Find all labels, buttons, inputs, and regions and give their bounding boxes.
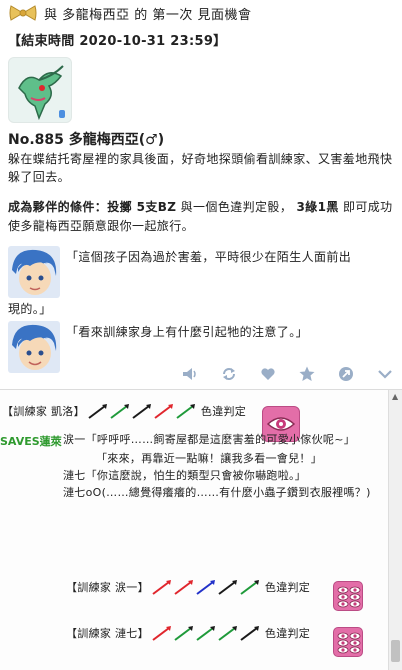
bz-sticks — [87, 402, 197, 420]
stick-green — [196, 626, 215, 641]
avatar — [8, 246, 60, 298]
stick-black — [88, 404, 107, 419]
stick-blue — [196, 580, 215, 595]
stick-black — [240, 626, 259, 641]
roll-verdict: 色違判定 — [200, 405, 247, 418]
comment-line-3: 漣七「你這麼說，怕生的類型只會被你嚇跑啦。」 — [63, 469, 307, 482]
avatar — [8, 321, 60, 373]
post: 與 多龍梅西亞 的 第一次 見面機會 【結束時間 2020-10-31 23:5… — [0, 0, 402, 373]
bz-sticks — [151, 624, 261, 642]
star-icon[interactable] — [297, 364, 317, 384]
repost-icon[interactable] — [219, 364, 239, 384]
dialog-1-text: 「這個孩子因為過於害羞，平時很少在陌生人面前出 — [66, 250, 352, 264]
stick-green — [218, 626, 237, 641]
comment-line-1: 涙一「呼呼呼……飼寄屋都是這麼害羞的可愛小傢伙呢~」 — [63, 433, 356, 446]
bz-sticks — [151, 578, 261, 596]
volume-icon[interactable] — [180, 364, 200, 384]
stick-red — [152, 626, 171, 641]
roll-label: 【訓練家 凱洛】 — [2, 405, 85, 418]
partner-condition: 成為夥伴的條件：投擲 5支BZ 與一個色違判定骰， 3綠1黑 即可成功使多龍梅西… — [8, 198, 394, 236]
stick-green — [240, 580, 259, 595]
comment-line-2: 「來來，再靠近一點嘛！讓我多看一會兒！」 — [96, 452, 322, 465]
comment-user[interactable]: SAVES蓮萊 — [0, 433, 62, 449]
shiny-die-eyes — [333, 581, 363, 611]
comments-scrollbar[interactable]: ▲ — [388, 390, 402, 670]
pokemon-description: 躲在蝶結托寄屋裡的家具後面，好奇地探頭偷看訓練家、又害羞地飛快躲了回去。 — [8, 152, 393, 184]
pokemon-image — [8, 57, 72, 123]
stick-black — [132, 404, 151, 419]
ribbon-bow-icon — [9, 5, 37, 21]
stick-green — [110, 404, 129, 419]
pokemon-name: No.885 多龍梅西亞(♂) — [8, 132, 165, 148]
scroll-up-icon[interactable]: ▲ — [392, 392, 398, 401]
stick-black — [218, 580, 237, 595]
stick-green — [176, 404, 195, 419]
dice-roll-3: 【訓練家 漣七】 色違判定 — [66, 624, 310, 642]
dice-roll-1: 【訓練家 凱洛】 色違判定 — [2, 402, 246, 420]
comment-line-4: 漣七oO(……總覺得癢癢的……有什麼小蟲子鑽到衣服裡嗎？) — [63, 486, 371, 499]
condition-prefix: 成為夥伴的條件：投擲 — [8, 200, 137, 214]
scroll-thumb[interactable] — [391, 640, 400, 662]
stick-green — [174, 626, 193, 641]
dialog-1-continued: 現的。」 — [8, 302, 52, 316]
post-title: 與 多龍梅西亞 的 第一次 見面機會 — [44, 7, 252, 23]
shiny-die-eyes — [333, 627, 363, 657]
dialog-1: 「這個孩子因為過於害羞，平時很少在陌生人面前出 — [8, 246, 394, 298]
condition-result: 3綠1黑 — [296, 200, 339, 214]
stick-red — [152, 580, 171, 595]
comment-body: 涙一「呼呼呼……飼寄屋都是這麼害羞的可愛小傢伙呢~」 「來來，再靠近一點嘛！讓我… — [63, 431, 383, 501]
roll-label: 【訓練家 涙一】 — [66, 581, 149, 594]
roll-verdict: 色違判定 — [264, 627, 311, 640]
stick-red — [154, 404, 173, 419]
end-time: 【結束時間 2020-10-31 23:59】 — [8, 34, 227, 49]
dice-roll-2: 【訓練家 涙一】 色違判定 — [66, 578, 310, 596]
post-toolbar — [180, 364, 395, 384]
roll-label: 【訓練家 漣七】 — [66, 627, 149, 640]
condition-bz: 5支BZ — [136, 200, 177, 214]
stick-red — [174, 580, 193, 595]
roll-verdict: 色違判定 — [264, 581, 311, 594]
heart-icon[interactable] — [258, 364, 278, 384]
share-icon[interactable] — [336, 364, 356, 384]
condition-mid: 與一個色違判定骰， — [176, 200, 297, 214]
chevron-down-icon[interactable] — [375, 364, 395, 384]
title-row: 與 多龍梅西亞 的 第一次 見面機會 — [8, 2, 394, 24]
